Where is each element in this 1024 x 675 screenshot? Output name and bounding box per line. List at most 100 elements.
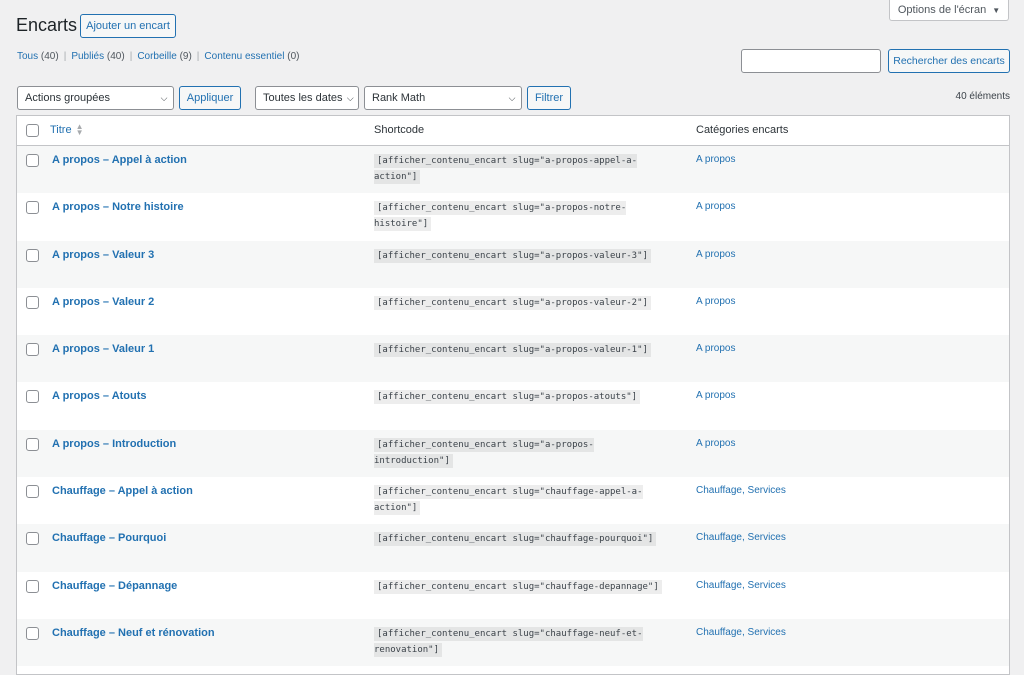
shortcode-text: [afficher_contenu_encart slug="a-propos-… xyxy=(374,154,638,184)
table-row: Chauffage – Neuf et rénovation [afficher_… xyxy=(17,618,1009,667)
row-checkbox[interactable] xyxy=(26,579,39,593)
view-essential-link[interactable]: Contenu essentiel xyxy=(204,51,284,62)
row-title-link[interactable]: A propos – Appel à action xyxy=(52,154,187,166)
row-shortcode: [afficher_contenu_encart slug="chauffage… xyxy=(374,626,664,658)
row-shortcode: [afficher_contenu_encart slug="chauffage… xyxy=(374,579,664,595)
date-filter-value: Toutes les dates xyxy=(263,92,343,104)
row-title-link[interactable]: Chauffage – Appel à action xyxy=(52,485,193,497)
row-shortcode: [afficher_contenu_encart slug="a-propos-… xyxy=(374,342,664,358)
bulk-actions-select[interactable]: Actions groupées ⌵ xyxy=(17,86,174,110)
row-categories-link[interactable]: A propos xyxy=(696,343,735,354)
shortcode-text: [afficher_contenu_encart slug="chauffage… xyxy=(374,532,657,547)
row-categories-link[interactable]: Chauffage, Services xyxy=(696,580,786,591)
view-trash-link[interactable]: Corbeille xyxy=(137,51,176,62)
row-checkbox[interactable] xyxy=(26,248,39,262)
row-shortcode: [afficher_contenu_encart slug="chauffage… xyxy=(374,531,664,547)
row-categories-link[interactable]: A propos xyxy=(696,201,735,212)
shortcode-text: [afficher_contenu_encart slug="chauffage… xyxy=(374,626,643,657)
table-row: A propos – Introduction [afficher_contenu… xyxy=(17,429,1009,478)
row-shortcode: [afficher_contenu_encart slug="a-propos-… xyxy=(374,153,664,185)
row-categories-link[interactable]: A propos xyxy=(696,438,735,449)
row-title-link[interactable]: A propos – Valeur 3 xyxy=(52,249,154,261)
row-checkbox[interactable] xyxy=(26,437,39,451)
row-categories-link[interactable]: Chauffage, Services xyxy=(696,485,786,496)
rank-math-select[interactable]: Rank Math ⌵ xyxy=(364,86,522,110)
chevron-down-icon: ⌵ xyxy=(346,92,354,103)
row-checkbox[interactable] xyxy=(26,343,39,357)
rank-math-value: Rank Math xyxy=(372,92,426,104)
add-new-button[interactable]: Ajouter un encart xyxy=(80,14,176,38)
table-body: A propos – Appel à action [afficher_conte… xyxy=(17,146,1009,667)
column-categories-header: Catégories encarts xyxy=(696,124,789,136)
row-title-link[interactable]: A propos – Introduction xyxy=(52,438,176,450)
row-checkbox[interactable] xyxy=(26,201,39,215)
page-title: Encarts xyxy=(16,15,78,35)
view-filters: Tous (40) | Publiés (40) | Corbeille (9)… xyxy=(17,51,299,62)
table-row: A propos – Notre histoire [afficher_conte… xyxy=(17,193,1009,240)
row-shortcode: [afficher_contenu_encart slug="a-propos-… xyxy=(374,437,664,469)
row-categories-link[interactable]: A propos xyxy=(696,296,735,307)
date-filter-select[interactable]: Toutes les dates ⌵ xyxy=(255,86,359,110)
search-input[interactable] xyxy=(741,49,881,73)
row-categories-link[interactable]: Chauffage, Services xyxy=(696,532,786,543)
row-title-link[interactable]: Chauffage – Dépannage xyxy=(52,580,177,592)
row-title-link[interactable]: A propos – Atouts xyxy=(52,390,147,402)
table-header: Titre ▲ ▼ Shortcode Catégories encarts xyxy=(17,116,1009,146)
table-row: Chauffage – Appel à action [afficher_cont… xyxy=(17,477,1009,524)
row-checkbox[interactable] xyxy=(26,532,39,546)
items-count: 40 éléments xyxy=(955,91,1010,102)
view-separator: | xyxy=(196,51,200,62)
sort-icon: ▲ ▼ xyxy=(75,122,84,137)
column-shortcode-header: Shortcode xyxy=(374,124,425,136)
view-essential-count: (0) xyxy=(287,51,300,62)
chevron-down-icon: ⌵ xyxy=(160,92,168,103)
apply-button[interactable]: Appliquer xyxy=(179,86,241,110)
row-checkbox[interactable] xyxy=(26,295,39,309)
shortcode-text: [afficher_contenu_encart slug="a-propos-… xyxy=(374,295,651,310)
row-shortcode: [afficher_contenu_encart slug="a-propos-… xyxy=(374,295,664,311)
row-checkbox[interactable] xyxy=(26,485,39,499)
select-all-checkbox[interactable] xyxy=(26,124,39,137)
row-checkbox[interactable] xyxy=(26,626,39,640)
view-separator: | xyxy=(63,51,67,62)
row-checkbox[interactable] xyxy=(26,154,39,167)
view-all-count: (40) xyxy=(40,51,59,62)
row-title-link[interactable]: Chauffage – Pourquoi xyxy=(52,532,166,544)
row-title-link[interactable]: A propos – Notre histoire xyxy=(52,201,184,213)
row-shortcode: [afficher_contenu_encart slug="a-propos-… xyxy=(374,200,664,232)
shortcode-text: [afficher_contenu_encart slug="a-propos-… xyxy=(374,437,594,468)
view-all-link[interactable]: Tous xyxy=(17,51,38,62)
shortcode-text: [afficher_contenu_encart slug="a-propos-… xyxy=(374,390,641,405)
screen-options-button[interactable]: Options de l'écran ▼ xyxy=(889,0,1009,21)
table-row: A propos – Valeur 1 [afficher_contenu_enc… xyxy=(17,335,1009,383)
table-row: A propos – Valeur 3 [afficher_contenu_enc… xyxy=(17,240,1009,288)
row-categories-link[interactable]: A propos xyxy=(696,390,735,401)
bulk-actions-value: Actions groupées xyxy=(25,92,110,104)
row-shortcode: [afficher_contenu_encart slug="a-propos-… xyxy=(374,389,664,405)
shortcode-text: [afficher_contenu_encart slug="a-propos-… xyxy=(374,343,651,358)
view-separator: | xyxy=(129,51,133,62)
row-title-link[interactable]: A propos – Valeur 2 xyxy=(52,296,154,308)
row-title-link[interactable]: A propos – Valeur 1 xyxy=(52,343,154,355)
row-shortcode: [afficher_contenu_encart slug="chauffage… xyxy=(374,484,664,516)
search-button[interactable]: Rechercher des encarts xyxy=(888,49,1010,73)
table-row: Chauffage – Pourquoi [afficher_contenu_en… xyxy=(17,524,1009,572)
row-checkbox[interactable] xyxy=(26,390,39,404)
shortcode-text: [afficher_contenu_encart slug="a-propos-… xyxy=(374,248,651,263)
caret-down-icon: ▼ xyxy=(992,5,1001,15)
table-row: Chauffage – Dépannage [afficher_contenu_e… xyxy=(17,572,1009,619)
row-categories-link[interactable]: A propos xyxy=(696,154,735,165)
row-shortcode: [afficher_contenu_encart slug="a-propos-… xyxy=(374,248,664,264)
table-row: A propos – Valeur 2 [afficher_contenu_enc… xyxy=(17,288,1009,335)
view-published-link[interactable]: Publiés xyxy=(71,51,104,62)
view-published-count: (40) xyxy=(106,51,125,62)
posts-table: Titre ▲ ▼ Shortcode Catégories encarts A … xyxy=(16,115,1010,675)
row-title-link[interactable]: Chauffage – Neuf et rénovation xyxy=(52,627,215,639)
filter-button[interactable]: Filtrer xyxy=(527,86,571,110)
row-categories-link[interactable]: Chauffage, Services xyxy=(696,627,786,638)
table-row: A propos – Appel à action [afficher_conte… xyxy=(17,146,1009,194)
column-title-label: Titre xyxy=(50,124,72,136)
column-title-header[interactable]: Titre ▲ ▼ xyxy=(50,122,84,137)
row-categories-link[interactable]: A propos xyxy=(696,249,735,260)
view-trash-count: (9) xyxy=(179,51,192,62)
